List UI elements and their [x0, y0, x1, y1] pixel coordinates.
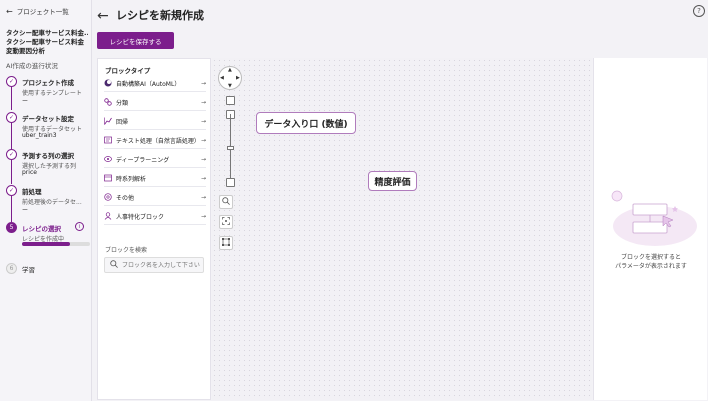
- chevron-right-icon: →: [200, 79, 206, 87]
- parameter-message-line2: パラメータが表示されます: [615, 263, 687, 270]
- step-number: 6: [6, 263, 17, 274]
- save-recipe-button[interactable]: レシピを保存する: [97, 32, 174, 49]
- step-title: レシピの選択: [22, 225, 61, 233]
- block-item-other[interactable]: その他 →: [104, 189, 206, 206]
- step-title: データセット設定: [22, 115, 74, 123]
- regression-icon: [104, 117, 112, 125]
- step-desc: 前処理後のデータセ...: [22, 199, 82, 206]
- step-value: ー: [22, 207, 29, 214]
- step-title: 学習: [22, 266, 35, 274]
- parameter-message-line1: ブロックを選択すると: [620, 254, 681, 261]
- node-accuracy-evaluation[interactable]: 精度評価: [368, 171, 417, 191]
- node-data-input-numeric[interactable]: データ入り口 (数値): [256, 112, 356, 134]
- sidebar: ← プロジェクト一覧 タクシー配車サービス料金... タクシー配車サービス料金変…: [0, 0, 92, 401]
- back-to-projects-label: プロジェクト一覧: [16, 8, 69, 16]
- project-subtitle: タクシー配車サービス料金変動要因分析: [6, 38, 84, 55]
- other-icon: [104, 193, 112, 201]
- chevron-right-icon: →: [200, 136, 206, 144]
- block-item-label: その他: [116, 194, 135, 202]
- block-item-label: 人事特化ブロック: [116, 213, 165, 221]
- step-connector: [11, 160, 12, 184]
- pan-left-icon[interactable]: ◀: [220, 75, 224, 81]
- zoom-in-button[interactable]: [226, 96, 235, 105]
- empty-state-illustration: [605, 186, 697, 250]
- chevron-right-icon: →: [200, 98, 206, 106]
- chevron-right-icon: →: [200, 155, 206, 163]
- block-item-deep-learning[interactable]: ディープラーニング →: [104, 151, 206, 168]
- hr-block-icon: [104, 212, 112, 220]
- step-connector: [11, 86, 12, 110]
- block-item-label: 自動構築AI（AutoML）: [116, 80, 181, 88]
- step-title: 予測する列の選択: [22, 152, 74, 160]
- back-to-projects-link[interactable]: ← プロジェクト一覧: [6, 6, 69, 17]
- info-icon[interactable]: i: [75, 222, 84, 231]
- chevron-right-icon: →: [200, 193, 206, 201]
- zoom-search-button[interactable]: [219, 195, 233, 209]
- pan-right-icon[interactable]: ▶: [236, 75, 240, 81]
- block-search-heading: ブロックを検索: [105, 247, 148, 254]
- check-icon: ✓: [6, 112, 17, 123]
- zoom-slider-handle[interactable]: [227, 146, 234, 150]
- parameter-panel: ブロックを選択すると パラメータが表示されます: [593, 58, 707, 400]
- block-search-box[interactable]: [104, 257, 204, 273]
- back-arrow-icon[interactable]: ←: [97, 8, 109, 24]
- selection-mode-button[interactable]: [219, 236, 233, 250]
- automl-icon: [104, 79, 112, 87]
- search-icon: [110, 260, 118, 270]
- block-item-label: 時系列解析: [116, 175, 147, 183]
- step-value: ー: [22, 98, 29, 105]
- block-search-input[interactable]: [122, 261, 202, 269]
- block-item-regression[interactable]: 回帰 →: [104, 113, 206, 130]
- step-connector: [11, 196, 12, 222]
- step-value: price: [22, 169, 37, 176]
- recipe-progress-fill: [22, 242, 70, 246]
- block-item-automl[interactable]: 自動構築AI（AutoML） →: [104, 75, 206, 92]
- step-connector: [11, 122, 12, 149]
- magnifier-icon: [222, 197, 230, 207]
- step-value: uber_train3: [22, 132, 57, 139]
- deep-learning-icon: [104, 155, 112, 163]
- step-title: 前処理: [22, 188, 42, 196]
- chevron-right-icon: →: [200, 117, 206, 125]
- zoom-out-button[interactable]: [226, 178, 235, 187]
- check-icon: ✓: [6, 149, 17, 160]
- step-number: 5: [6, 222, 17, 233]
- pan-control[interactable]: ▲ ▼ ◀ ▶: [218, 66, 242, 90]
- block-item-hr[interactable]: 人事特化ブロック →: [104, 208, 206, 225]
- recipe-progress-bar: [22, 242, 90, 246]
- block-item-label: テキスト処理（自然言語処理）: [116, 137, 200, 145]
- selection-icon: [222, 238, 230, 248]
- chevron-right-icon: →: [200, 174, 206, 182]
- fit-view-button[interactable]: [219, 215, 233, 229]
- arrow-left-icon: ←: [6, 6, 13, 16]
- block-item-label: ディープラーニング: [116, 156, 170, 164]
- check-icon: ✓: [6, 76, 17, 87]
- project-name: タクシー配車サービス料金...: [6, 29, 88, 37]
- block-type-panel: ブロックタイプ 自動構築AI（AutoML） → 分類 → 回帰 → テキスト処…: [97, 58, 211, 400]
- block-type-heading: ブロックタイプ: [105, 67, 151, 75]
- ai-progress-heading: AI作成の進行状況: [6, 62, 58, 70]
- check-icon: ✓: [6, 185, 17, 196]
- text-processing-icon: [104, 136, 112, 144]
- time-series-icon: [104, 174, 112, 182]
- step-desc: 使用するテンプレート: [22, 90, 82, 97]
- block-item-label: 回帰: [116, 118, 129, 126]
- pan-up-icon[interactable]: ▲: [228, 67, 232, 73]
- block-item-time-series[interactable]: 時系列解析 →: [104, 170, 206, 187]
- classification-icon: [104, 98, 112, 106]
- recipe-canvas[interactable]: [212, 58, 592, 400]
- help-icon[interactable]: ?: [693, 5, 705, 17]
- block-item-label: 分類: [116, 99, 129, 107]
- block-item-text-processing[interactable]: テキスト処理（自然言語処理） →: [104, 132, 206, 149]
- block-item-classification[interactable]: 分類 →: [104, 94, 206, 111]
- parameter-empty-message: ブロックを選択すると パラメータが表示されます: [594, 253, 708, 271]
- pan-down-icon[interactable]: ▼: [228, 83, 232, 89]
- step-title: プロジェクト作成: [22, 79, 74, 87]
- chevron-right-icon: →: [200, 212, 206, 220]
- page-title: レシピを新規作成: [116, 9, 204, 22]
- fit-view-icon: [222, 217, 230, 227]
